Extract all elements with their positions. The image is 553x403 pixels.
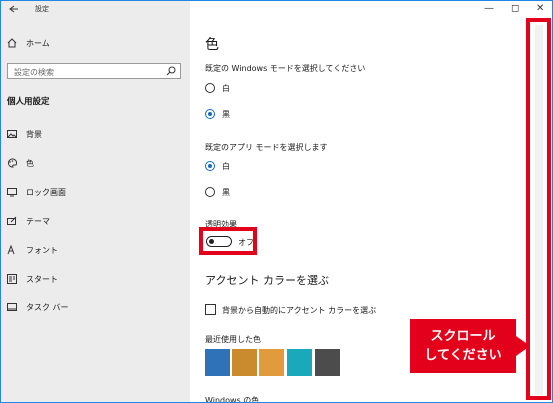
transparency-toggle[interactable] — [206, 236, 232, 247]
windows-mode-radio-white[interactable] — [205, 83, 215, 93]
sidebar-item-label: 背景 — [26, 129, 42, 139]
recent-colors-heading: 最近使用した色 — [205, 335, 261, 344]
callout-line-2: してください — [424, 348, 502, 363]
sidebar-item-start[interactable]: スタート — [7, 272, 58, 286]
toggle-knob — [209, 238, 214, 244]
windows-mode-black-label: 黒 — [222, 110, 230, 119]
scroll-callout: スクロール してください — [410, 319, 516, 373]
auto-accent-checkbox[interactable] — [205, 304, 216, 315]
search-placeholder: 設定の検索 — [14, 68, 54, 77]
sidebar-item-label: ロック画面 — [26, 187, 66, 197]
sidebar-item-label: テーマ — [26, 216, 50, 226]
sidebar-item-label: 色 — [26, 158, 34, 168]
home-label: ホーム — [26, 38, 50, 48]
search-input[interactable]: 設定の検索 — [7, 63, 181, 79]
sidebar: 設定 ホーム 設定の検索 個人用設定 背景 色 ロック画面 テーマ フォント ス… — [1, 1, 190, 402]
recent-color-swatch[interactable] — [259, 349, 284, 376]
sidebar-item-label: スタート — [26, 274, 58, 284]
app-mode-radio-white[interactable] — [205, 161, 215, 171]
windows-colors-heading: Windows の色 — [205, 396, 260, 403]
recent-color-swatch[interactable] — [287, 349, 312, 376]
maximize-button[interactable]: ◻ — [511, 3, 519, 14]
app-mode-heading: 既定のアプリ モードを選択します — [205, 143, 328, 152]
window-title: 設定 — [35, 5, 49, 13]
minimize-button[interactable]: — — [484, 3, 494, 14]
accent-heading: アクセント カラーを選ぶ — [205, 274, 329, 287]
sidebar-home[interactable]: ホーム — [7, 36, 50, 50]
palette-icon — [8, 158, 17, 168]
settings-window: 設定 ホーム 設定の検索 個人用設定 背景 色 ロック画面 テーマ フォント ス… — [0, 0, 553, 403]
page-title: 色 — [205, 37, 219, 53]
sidebar-item-theme[interactable]: テーマ — [7, 214, 50, 228]
recent-color-swatch[interactable] — [205, 349, 230, 376]
sidebar-item-background[interactable]: 背景 — [7, 127, 42, 141]
back-arrow-icon[interactable] — [9, 5, 19, 13]
scrollbar-track[interactable] — [535, 25, 543, 395]
windows-mode-heading: 既定の Windows モードを選択してください — [205, 64, 366, 73]
app-mode-black-label: 黒 — [222, 188, 230, 197]
lock-screen-icon — [7, 188, 17, 197]
app-mode-radio-black[interactable] — [205, 187, 215, 197]
callout-line-1: スクロール — [430, 329, 496, 344]
sidebar-item-label: タスク バー — [26, 302, 69, 312]
windows-mode-radio-black[interactable] — [205, 109, 215, 119]
app-mode-white-label: 白 — [222, 162, 230, 171]
transparency-state: オフ — [238, 238, 254, 247]
home-icon — [7, 38, 17, 48]
theme-icon — [7, 216, 17, 225]
sidebar-item-color[interactable]: 色 — [7, 156, 34, 170]
sidebar-item-taskbar[interactable]: タスク バー — [7, 300, 69, 314]
search-icon[interactable] — [166, 66, 176, 76]
close-button[interactable]: ✕ — [536, 3, 544, 14]
windows-mode-white-label: 白 — [222, 84, 230, 93]
start-icon — [7, 274, 17, 284]
sidebar-item-label: フォント — [26, 245, 58, 255]
recent-color-swatch[interactable] — [232, 349, 257, 376]
font-icon — [7, 245, 15, 255]
taskbar-icon — [7, 303, 17, 311]
recent-color-swatch[interactable] — [315, 349, 340, 376]
section-title: 個人用設定 — [7, 97, 50, 107]
picture-icon — [7, 130, 17, 138]
auto-accent-label: 背景から自動的にアクセント カラーを選ぶ — [222, 306, 377, 315]
sidebar-item-fonts[interactable]: フォント — [7, 243, 58, 257]
sidebar-item-lock-screen[interactable]: ロック画面 — [7, 185, 66, 199]
